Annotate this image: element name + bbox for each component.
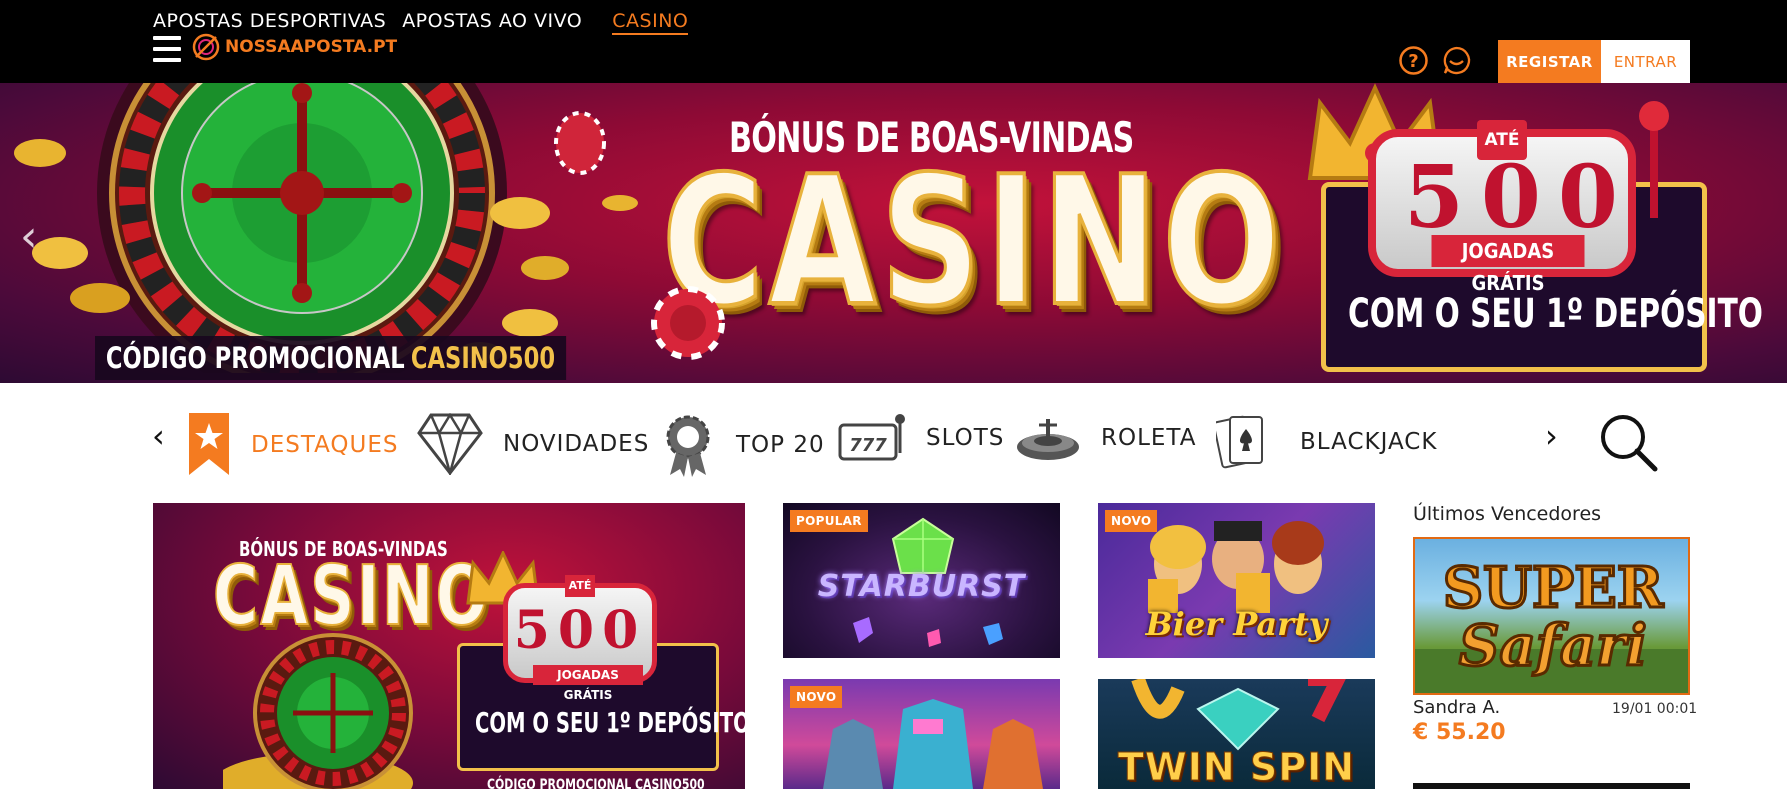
promo-code-value: CASINO500 (410, 341, 556, 375)
game-tile-twin-spin[interactable]: TWIN SPIN (1098, 679, 1375, 789)
super-safari-logo: SUPER Safari (1415, 554, 1688, 693)
register-button[interactable]: REGISTAR (1498, 40, 1601, 83)
promo-tile[interactable]: BÓNUS DE BOAS-VINDAS CASINO 500 ATÉ JOGA… (153, 503, 745, 789)
top-bar: APOSTAS DESPORTIVAS APOSTAS AO VIVO CASI… (0, 0, 1787, 83)
category-prev-arrow-icon[interactable]: ‹ (152, 417, 165, 455)
promo-code-label: CÓDIGO PROMOCIONAL (105, 341, 405, 375)
game-tile-bier-party[interactable]: Bier Party NOVO (1098, 503, 1375, 658)
roulette-wheel-illustration (223, 633, 413, 789)
category-top20[interactable]: TOP 20 (660, 413, 825, 477)
nav-live-betting[interactable]: APOSTAS AO VIVO (402, 10, 582, 35)
category-nav: ‹ DESTAQUES NOVIDADES TOP 20 777 SLOTS R… (0, 383, 1787, 503)
category-slots[interactable]: 777 SLOTS (838, 413, 1004, 463)
svg-text:SUPER: SUPER (1443, 555, 1664, 621)
hamburger-menu-icon[interactable] (153, 36, 181, 62)
slot-digit-3: 0 (1558, 147, 1618, 248)
category-label: TOP 20 (736, 432, 825, 458)
category-blackjack[interactable]: BLACKJACK (1216, 413, 1437, 471)
promo-tile-spins-label: JOGADAS GRÁTIS (533, 665, 643, 702)
promo-tile-upto: ATÉ (565, 575, 595, 597)
logo-mark-icon (192, 33, 220, 61)
deposit-text: COM O SEU 1º DEPÓSITO (1348, 291, 1763, 337)
slot-machine-icon: 777 (838, 414, 905, 461)
game-title: STARBURST (817, 569, 1026, 604)
category-novidades[interactable]: NOVIDADES (417, 413, 649, 475)
help-icon[interactable]: ? (1398, 45, 1429, 76)
gem-decoration (853, 617, 1003, 647)
game-badge: POPULAR (790, 510, 868, 532)
winner-name: Sandra A. (1413, 697, 1501, 718)
winner-game-thumbnail-next[interactable] (1413, 783, 1690, 789)
poker-chip-decoration (651, 286, 725, 360)
roulette-icon (1017, 419, 1079, 460)
category-next-arrow-icon[interactable]: › (1545, 417, 1558, 455)
search-icon[interactable] (1597, 411, 1661, 475)
winner-amount: € 55.20 (1413, 720, 1506, 745)
hero-banner[interactable]: ‹ BÓNUS DE BOAS-VINDAS CASINO CÓDIGO PRO… (0, 83, 1787, 383)
nav-casino[interactable]: CASINO (612, 10, 689, 35)
diamond-icon (417, 413, 483, 475)
category-label: DESTAQUES (251, 432, 399, 458)
svg-text:?: ? (1408, 51, 1418, 72)
award-badge-icon (666, 415, 710, 477)
login-button[interactable]: ENTRAR (1601, 40, 1690, 83)
category-label: NOVIDADES (503, 431, 650, 457)
slot-digit-2: 0 (1481, 147, 1541, 248)
svg-text:777: 777 (849, 435, 887, 456)
free-spins-label: JOGADAS GRÁTIS (1431, 235, 1585, 295)
upto-label: ATÉ (1477, 120, 1527, 160)
category-label: ROLETA (1101, 425, 1197, 451)
category-destaques[interactable]: DESTAQUES (187, 413, 399, 477)
winner-game-thumbnail[interactable]: SUPER Safari (1413, 537, 1690, 695)
winners-heading: Últimos Vencedores (1413, 503, 1602, 525)
hero-title: CASINO (660, 138, 1286, 345)
category-label: BLACKJACK (1300, 429, 1438, 455)
hero-promo-code: CÓDIGO PROMOCIONAL CASINO500 (95, 336, 567, 380)
category-label: SLOTS (926, 425, 1005, 451)
slot-lever-decoration (1639, 101, 1669, 218)
playing-cards-icon (1216, 415, 1263, 469)
game-badge: NOVO (790, 686, 843, 708)
nav-sports-betting[interactable]: APOSTAS DESPORTIVAS (153, 10, 386, 35)
hero-prev-arrow-icon[interactable]: ‹ (20, 211, 38, 262)
svg-text:Safari: Safari (1459, 613, 1647, 679)
promo-tile-deposit-text: COM O SEU 1º DEPÓSITO (475, 706, 745, 739)
game-title: Bier Party (1145, 605, 1328, 643)
slot-digit-1: 5 (1404, 147, 1464, 248)
star-bookmark-icon (189, 413, 229, 475)
game-tile-starburst[interactable]: STARBURST POPULAR (783, 503, 1060, 658)
winner-time: 19/01 00:01 (1612, 701, 1698, 717)
game-title: TWIN SPIN (1117, 745, 1356, 789)
live-chat-icon[interactable] (1441, 45, 1472, 76)
logo-text: NOSSAAPOSTA.PT (225, 37, 398, 57)
brand-logo[interactable]: NOSSAAPOSTA.PT (192, 33, 397, 61)
promo-tile-code: CÓDIGO PROMOCIONAL CASINO500 (487, 777, 705, 789)
primary-nav: APOSTAS DESPORTIVAS APOSTAS AO VIVO CASI… (153, 10, 704, 35)
category-roleta[interactable]: ROLETA (1015, 413, 1196, 463)
game-badge: NOVO (1105, 510, 1158, 532)
game-tile-new[interactable]: NOVO (783, 679, 1060, 789)
